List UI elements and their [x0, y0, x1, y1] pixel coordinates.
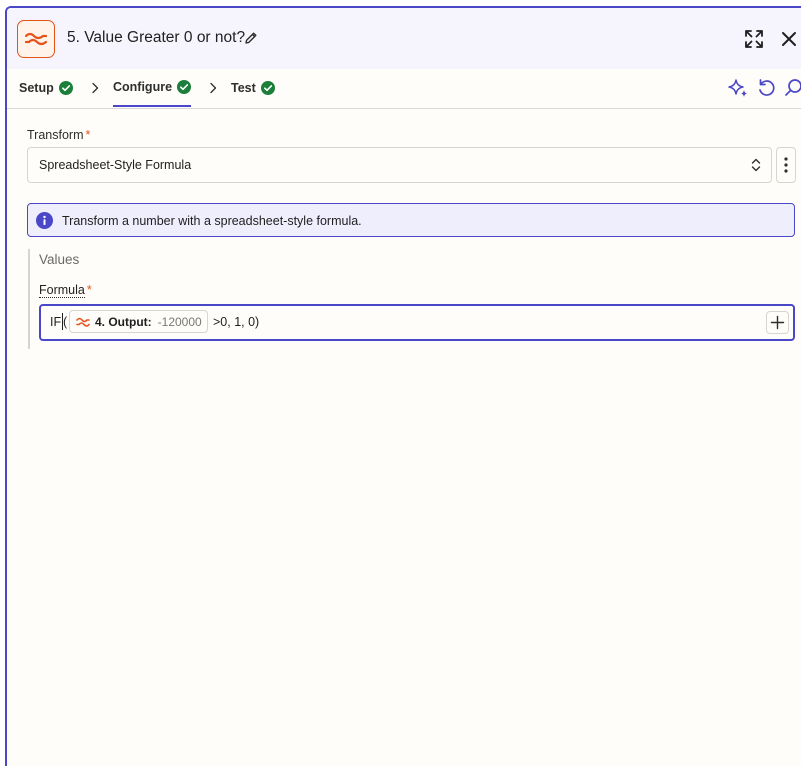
close-icon[interactable]: [780, 30, 798, 48]
field-options-button[interactable]: [776, 147, 796, 183]
select-updown-icon: [751, 158, 761, 172]
chevron-right-icon: [92, 82, 99, 94]
expand-icon[interactable]: [744, 29, 764, 49]
ai-sparkle-icon[interactable]: [728, 78, 748, 98]
step-editor-panel: 5. Value Greater 0 or not? Setup Configu…: [5, 6, 801, 766]
formula-label-text: Formula: [39, 283, 85, 298]
chevron-right-icon: [210, 82, 217, 94]
values-section-title: Values: [39, 252, 80, 267]
tab-configure-label: Configure: [113, 80, 173, 94]
check-circle-icon: [177, 80, 192, 94]
pencil-edit-icon[interactable]: [244, 31, 258, 45]
refresh-icon[interactable]: [756, 78, 776, 98]
transform-label-text: Transform: [27, 128, 84, 142]
tab-test[interactable]: Test: [231, 69, 275, 107]
step-header: 5. Value Greater 0 or not?: [7, 8, 801, 69]
formatter-app-icon: [17, 20, 55, 58]
formula-prefix-text: IF: [50, 315, 62, 329]
values-group-rule: [28, 249, 30, 349]
check-circle-icon: [260, 81, 275, 95]
more-vertical-icon: [784, 157, 788, 173]
tab-test-label: Test: [231, 81, 256, 95]
tab-setup[interactable]: Setup: [19, 69, 73, 107]
mapped-field-label: 4. Output:: [95, 314, 152, 329]
transform-label: Transform *: [27, 128, 90, 142]
mapped-field-value: -120000: [157, 314, 202, 329]
formula-suffix-text: >0, 1, 0): [213, 315, 260, 329]
required-marker: *: [85, 128, 91, 142]
step-tabs: Setup Configure Test: [7, 69, 801, 109]
formatter-icon: [76, 317, 90, 327]
tab-configure[interactable]: Configure: [113, 69, 192, 107]
mapped-field-pill[interactable]: 4. Output: -120000: [69, 310, 208, 333]
info-text: Transform a number with a spreadsheet-st…: [62, 214, 362, 228]
formula-label: Formula *: [39, 283, 92, 298]
plus-icon: [770, 315, 785, 330]
transform-select[interactable]: Spreadsheet-Style Formula: [27, 147, 772, 183]
formula-open-paren: (: [63, 315, 68, 329]
tab-setup-label: Setup: [19, 81, 54, 95]
info-banner: Transform a number with a spreadsheet-st…: [27, 203, 795, 237]
formatter-icon: [25, 32, 47, 46]
formula-input[interactable]: IF ( 4. Output: -120000 >0, 1, 0): [39, 304, 795, 341]
check-circle-icon: [58, 81, 73, 95]
search-icon[interactable]: [784, 78, 801, 98]
insert-data-button[interactable]: [766, 311, 789, 334]
required-marker: *: [86, 283, 92, 297]
step-title[interactable]: 5. Value Greater 0 or not?: [67, 29, 245, 47]
info-icon: [36, 212, 53, 229]
transform-select-value: Spreadsheet-Style Formula: [39, 158, 192, 172]
